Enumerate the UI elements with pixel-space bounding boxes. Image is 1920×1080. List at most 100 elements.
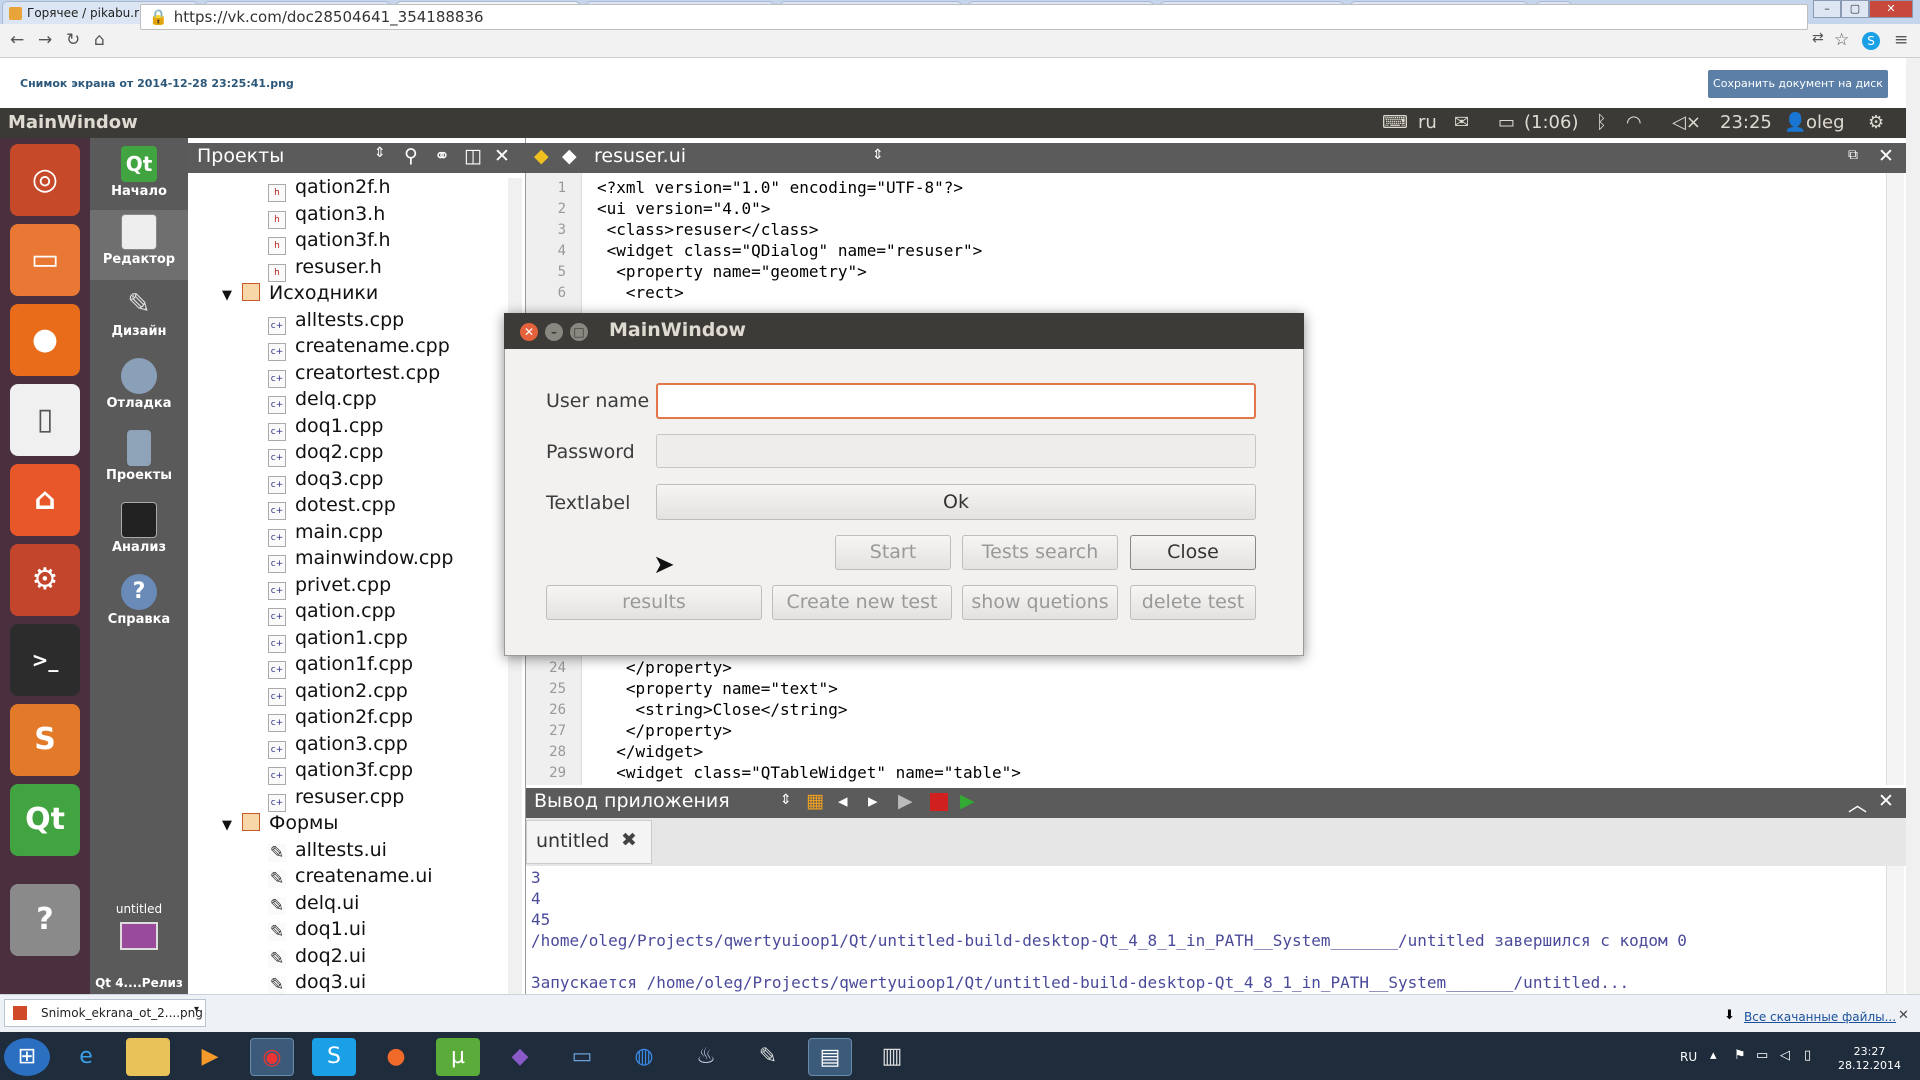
bluetooth-icon[interactable]: ᛒ — [1596, 112, 1607, 133]
sublime-icon[interactable]: S — [10, 704, 80, 776]
tree-item[interactable]: ✎ delq.ui — [268, 892, 359, 915]
wifi-icon[interactable]: ◠ — [1626, 112, 1642, 133]
maximize-window-button[interactable]: ▢ — [1841, 0, 1869, 18]
bookmark-star-icon[interactable]: ☆ — [1834, 30, 1849, 50]
tree-item[interactable]: c+ qation1f.cpp — [268, 653, 413, 679]
close-download-bar-icon[interactable]: ✕ — [1898, 1008, 1909, 1023]
tree-item[interactable]: h qation3f.h — [268, 229, 391, 255]
files-icon[interactable]: ▭ — [10, 224, 80, 296]
dropdown-arrows-icon[interactable]: ⇕ — [374, 145, 386, 161]
tray-volume-icon[interactable]: ◁ — [1780, 1048, 1790, 1063]
prev-icon[interactable]: ◂ — [838, 790, 848, 812]
results-button[interactable]: results — [546, 585, 762, 620]
output-tab-untitled[interactable]: untitled ✖ — [526, 820, 652, 864]
code-line[interactable]: <rect> — [597, 283, 684, 302]
media-player-icon[interactable]: ▶ — [188, 1038, 232, 1076]
code-line[interactable]: <widget class="QTableWidget" name="table… — [597, 763, 1021, 782]
code-line[interactable]: </property> — [597, 658, 732, 677]
qt-creator-icon[interactable]: Qt — [10, 784, 80, 856]
tree-item[interactable]: ✎ doq3.ui — [268, 971, 366, 994]
tree-folder[interactable]: ▼ Исходники — [222, 282, 378, 304]
show-questions-button[interactable]: show quetions — [962, 585, 1118, 620]
home-icon[interactable]: ⌂ — [94, 30, 105, 50]
target-name[interactable]: untitled — [90, 902, 188, 916]
all-downloads-link[interactable]: Все скачанные файлы... — [1744, 1010, 1896, 1024]
mode-help[interactable]: ? Справка — [90, 570, 188, 640]
paint-icon[interactable]: ✎ — [746, 1038, 790, 1076]
tree-item[interactable]: ✎ createname.ui — [268, 865, 433, 888]
tree-folder[interactable]: ▼ Формы — [222, 812, 338, 834]
terminal-icon[interactable]: >_ — [10, 624, 80, 696]
clear-output-icon[interactable]: ▦ — [806, 790, 824, 812]
document-viewer-icon[interactable]: ▥ — [870, 1038, 914, 1076]
steam-icon[interactable]: ♨ — [684, 1038, 728, 1076]
tray-arrow-icon[interactable]: ▴ — [1710, 1048, 1717, 1063]
mode-projects[interactable]: Проекты — [90, 426, 188, 496]
link-icon[interactable]: ⚭ — [434, 145, 450, 167]
mode-design[interactable]: ✎ Дизайн — [90, 282, 188, 352]
minimize-window-button[interactable]: – — [1813, 0, 1841, 18]
code-line[interactable]: <property name="text"> — [597, 679, 838, 698]
output-scrollbar[interactable] — [1886, 866, 1904, 994]
mode-welcome[interactable]: Qt Начало — [90, 142, 188, 212]
run-icon[interactable]: ▶ — [898, 790, 913, 812]
save-document-button[interactable]: Сохранить документ на диск — [1708, 70, 1888, 98]
code-line[interactable]: <?xml version="1.0" encoding="UTF-8"?> — [597, 178, 963, 197]
download-item[interactable]: Snimok_ekrana_ot_2....png ▾ — [4, 999, 206, 1027]
keyboard-layout[interactable]: ru — [1418, 112, 1437, 133]
ok-button[interactable]: Ok — [656, 484, 1256, 520]
translate-icon[interactable]: ⇄ — [1812, 30, 1824, 46]
expand-arrow-icon[interactable]: ▼ — [222, 288, 232, 303]
software-center-icon[interactable]: ⌂ — [10, 464, 80, 536]
user-name[interactable]: oleg — [1806, 112, 1845, 133]
tree-item[interactable]: h resuser.h — [268, 256, 382, 282]
tree-item[interactable]: h qation2f.h — [268, 176, 391, 202]
tree-item[interactable]: c+ qation2.cpp — [268, 680, 408, 706]
tree-item[interactable]: ✎ doq1.ui — [268, 918, 366, 941]
tray-network-icon[interactable]: ▭ — [1756, 1048, 1768, 1063]
reload-icon[interactable]: ↻ — [66, 30, 80, 50]
panel-clock[interactable]: 23:25 — [1720, 112, 1772, 133]
notepad-icon[interactable]: ▤ — [808, 1038, 852, 1076]
tree-item[interactable]: c+ alltests.cpp — [268, 309, 404, 335]
tree-item[interactable]: c+ doq2.cpp — [268, 441, 383, 467]
tree-item[interactable]: c+ createname.cpp — [268, 335, 450, 361]
chevron-down-icon[interactable]: ▾ — [194, 1004, 199, 1015]
code-line[interactable]: <property name="geometry"> — [597, 262, 866, 281]
visual-studio-icon[interactable]: ◆ — [498, 1038, 542, 1076]
input-language[interactable]: RU — [1680, 1050, 1697, 1064]
start-button[interactable]: Start — [835, 535, 951, 570]
mode-debug[interactable]: Отладка — [90, 354, 188, 424]
tree-item[interactable]: c+ doq1.cpp — [268, 415, 383, 441]
forward-icon[interactable]: → — [38, 30, 52, 50]
code-line[interactable]: <ui version="4.0"> — [597, 199, 770, 218]
address-bar[interactable]: 🔒 https://vk.com/doc28504641_354188836 — [140, 4, 1808, 30]
tree-item[interactable]: c+ delq.cpp — [268, 388, 377, 414]
dialog-close-icon[interactable]: ✕ — [520, 323, 538, 341]
stop-icon[interactable] — [930, 793, 948, 811]
tree-item[interactable]: h qation3.h — [268, 203, 385, 229]
code-line[interactable]: </property> — [597, 721, 732, 740]
code-line[interactable]: <string>Close</string> — [597, 700, 848, 719]
code-line[interactable]: <class>resuser</class> — [597, 220, 819, 239]
close-editor-icon[interactable]: ✕ — [1878, 145, 1894, 167]
battery-time[interactable]: (1:06) — [1524, 112, 1578, 133]
password-input[interactable] — [656, 434, 1256, 468]
settings-gear-icon[interactable]: ⚙ — [1868, 112, 1884, 133]
close-tab-icon[interactable]: ✖ — [621, 829, 637, 851]
start-button-icon[interactable]: ⊞ — [4, 1038, 50, 1076]
tree-item[interactable]: c+ qation3.cpp — [268, 733, 408, 759]
tree-item[interactable]: c+ dotest.cpp — [268, 494, 396, 520]
virtual-machine-icon[interactable]: ▭ — [560, 1038, 604, 1076]
tree-item[interactable]: ✎ doq2.ui — [268, 945, 366, 968]
expand-arrow-icon[interactable]: ▼ — [222, 818, 232, 833]
user-icon[interactable]: 👤 — [1784, 112, 1806, 133]
network-globe-icon[interactable]: ◍ — [622, 1038, 666, 1076]
tree-item[interactable]: c+ privet.cpp — [268, 574, 391, 600]
tree-item[interactable]: c+ qation3f.cpp — [268, 759, 413, 785]
close-panel-icon[interactable]: ✕ — [1878, 790, 1894, 812]
origin-icon[interactable]: ● — [374, 1038, 418, 1076]
filter-icon[interactable]: ⚲ — [404, 145, 418, 167]
projects-title[interactable]: Проекты — [197, 145, 284, 167]
menu-icon[interactable]: ≡ — [1894, 30, 1908, 50]
